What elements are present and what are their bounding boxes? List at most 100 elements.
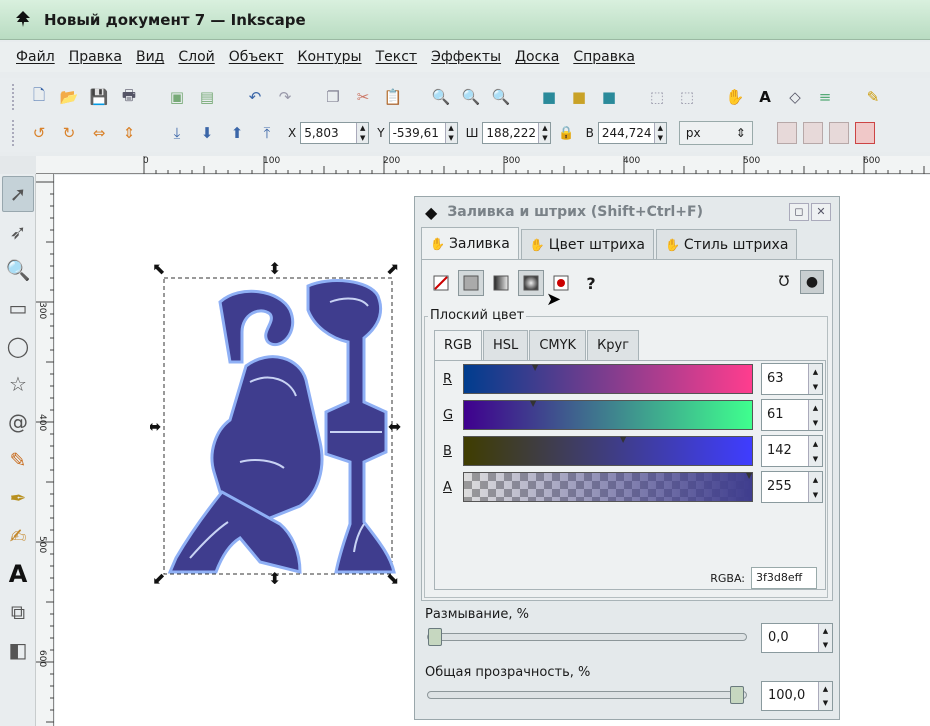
dialog-titlebar[interactable]: ◆ Заливка и штрих (Shift+Ctrl+F) bbox=[415, 197, 839, 227]
star-tool-icon[interactable]: ☆ bbox=[2, 366, 34, 402]
tab-wheel[interactable]: Круг bbox=[587, 330, 640, 360]
spiral-tool-icon[interactable]: @ bbox=[2, 404, 34, 440]
spin-arrows-icon[interactable]: ▲ ▼ bbox=[808, 472, 822, 502]
duplicate-icon[interactable]: ■ bbox=[536, 84, 562, 110]
pen-tool-icon[interactable]: ✒ bbox=[2, 480, 34, 516]
fill-rule-nonzero-icon[interactable]: ● bbox=[800, 270, 824, 294]
red-spinbox[interactable]: 63 ▲ ▼ bbox=[761, 363, 823, 395]
zoom-drawing-icon[interactable]: 🔍 bbox=[458, 84, 484, 110]
tab-cmyk[interactable]: CMYK bbox=[529, 330, 587, 360]
node-tool-icon[interactable]: ➶ bbox=[2, 214, 34, 250]
alpha-slider[interactable]: ▼ bbox=[463, 471, 753, 502]
lower-to-bottom-icon[interactable]: ⤓ bbox=[164, 120, 190, 146]
redo-icon[interactable]: ↷ bbox=[272, 84, 298, 110]
lock-icon[interactable]: 🔒 bbox=[558, 126, 574, 141]
tab-stroke-paint[interactable]: ✋ Цвет штриха bbox=[520, 229, 654, 259]
raise-to-top-icon[interactable]: ⤒ bbox=[254, 120, 280, 146]
width-spinbox[interactable]: 188,222 ▲ ▼ bbox=[482, 122, 552, 144]
cut-icon[interactable]: ✂ bbox=[350, 84, 376, 110]
text-tool-icon[interactable]: A bbox=[2, 556, 34, 592]
rotate-cw-icon[interactable]: ↻ bbox=[56, 120, 82, 146]
tab-rgb[interactable]: RGB bbox=[434, 330, 483, 360]
scale-corners-toggle[interactable] bbox=[802, 122, 823, 144]
blur-slider[interactable] bbox=[427, 628, 747, 646]
green-spinbox[interactable]: 61 ▲ ▼ bbox=[761, 399, 823, 431]
zoom-selection-icon[interactable]: 🔍 bbox=[428, 84, 454, 110]
flip-vertical-icon[interactable]: ⇕ bbox=[116, 120, 142, 146]
rectangle-tool-icon[interactable]: ▭ bbox=[2, 290, 34, 326]
menu-view[interactable]: Вид bbox=[136, 49, 164, 65]
copy-icon[interactable]: ❐ bbox=[320, 84, 346, 110]
ruler-left[interactable]: 300 400 500 600 bbox=[36, 174, 54, 726]
ruler-top[interactable]: 0 100 200 300 400 500 600 bbox=[36, 156, 930, 174]
toolbar-grip[interactable] bbox=[12, 84, 16, 110]
xml-editor-icon[interactable]: ◇ bbox=[782, 84, 808, 110]
print-icon[interactable]: 🖶 bbox=[116, 84, 142, 110]
x-value[interactable]: 5,803 bbox=[304, 126, 356, 140]
menu-file[interactable]: Файл bbox=[16, 49, 55, 65]
new-document-icon[interactable]: 🗋 bbox=[26, 84, 52, 110]
blur-slider-knob[interactable] bbox=[428, 628, 442, 646]
unit-select[interactable]: px ⇕ bbox=[678, 121, 753, 145]
paste-icon[interactable]: 📋 bbox=[380, 84, 406, 110]
blur-spinbox[interactable]: 0,0 ▲ ▼ bbox=[761, 623, 833, 653]
green-value[interactable]: 61 bbox=[762, 400, 808, 430]
menu-help[interactable]: Справка bbox=[573, 49, 635, 65]
tab-fill[interactable]: ✋ Заливка bbox=[421, 227, 519, 259]
export-icon[interactable]: ▤ bbox=[194, 84, 220, 110]
menu-edit[interactable]: Правка bbox=[69, 49, 122, 65]
width-value[interactable]: 188,222 bbox=[486, 126, 538, 140]
menu-object[interactable]: Объект bbox=[229, 49, 284, 65]
move-gradients-toggle[interactable] bbox=[828, 122, 849, 144]
connector-tool-icon[interactable]: ⧉ bbox=[2, 594, 34, 630]
alpha-spinbox[interactable]: 255 ▲ ▼ bbox=[761, 471, 823, 503]
radial-gradient-icon[interactable] bbox=[518, 270, 544, 296]
spin-arrows-icon[interactable]: ▲ ▼ bbox=[653, 123, 666, 143]
blue-slider[interactable]: ▼ bbox=[463, 435, 753, 466]
import-icon[interactable]: ▣ bbox=[164, 84, 190, 110]
menu-layer[interactable]: Слой bbox=[178, 49, 214, 65]
opacity-spinbox[interactable]: 100,0 ▲ ▼ bbox=[761, 681, 833, 711]
spin-arrows-icon[interactable]: ▲ ▼ bbox=[818, 624, 832, 652]
no-paint-icon[interactable] bbox=[428, 270, 454, 296]
spin-arrows-icon[interactable]: ▲ ▼ bbox=[808, 400, 822, 430]
y-value[interactable]: -539,61 bbox=[393, 126, 445, 140]
group-icon[interactable]: ⬚ bbox=[644, 84, 670, 110]
text-font-icon[interactable]: A bbox=[752, 84, 778, 110]
rotate-ccw-icon[interactable]: ↺ bbox=[26, 120, 52, 146]
letter-artwork[interactable]: ⬉ ⬍ ⬈ ⬌ ⬌ ⬋ ⬍ ⬊ bbox=[148, 259, 402, 588]
x-spinbox[interactable]: 5,803 ▲ ▼ bbox=[300, 122, 370, 144]
fill-stroke-icon[interactable]: ✋ bbox=[722, 84, 748, 110]
tab-hsl[interactable]: HSL bbox=[483, 330, 529, 360]
spin-arrows-icon[interactable]: ▲ ▼ bbox=[808, 436, 822, 466]
flip-horizontal-icon[interactable]: ⇔ bbox=[86, 120, 112, 146]
open-folder-icon[interactable]: 📂 bbox=[56, 84, 82, 110]
green-slider[interactable]: ▼ bbox=[463, 399, 753, 430]
zoom-tool-icon[interactable]: 🔍 bbox=[2, 252, 34, 288]
undo-icon[interactable]: ↶ bbox=[242, 84, 268, 110]
spin-arrows-icon[interactable]: ▲ ▼ bbox=[808, 364, 822, 394]
spin-arrows-icon[interactable]: ▲ ▼ bbox=[356, 123, 369, 143]
red-slider[interactable]: ▼ bbox=[463, 363, 753, 394]
unlink-clone-icon[interactable]: ■ bbox=[596, 84, 622, 110]
ellipse-tool-icon[interactable]: ◯ bbox=[2, 328, 34, 364]
spin-arrows-icon[interactable]: ▲ ▼ bbox=[538, 123, 551, 143]
red-value[interactable]: 63 bbox=[762, 364, 808, 394]
menu-text[interactable]: Текст bbox=[376, 49, 417, 65]
spin-arrows-icon[interactable]: ▲ ▼ bbox=[444, 123, 457, 143]
clone-icon[interactable]: ■ bbox=[566, 84, 592, 110]
move-patterns-toggle[interactable] bbox=[854, 122, 875, 144]
ungroup-icon[interactable]: ⬚ bbox=[674, 84, 700, 110]
linear-gradient-icon[interactable] bbox=[488, 270, 514, 296]
gradient-tool-icon[interactable]: ◧ bbox=[2, 632, 34, 668]
toolbar-grip[interactable] bbox=[12, 120, 16, 146]
rgba-input[interactable]: 3f3d8eff bbox=[751, 567, 817, 589]
selected-object[interactable]: ⬉ ⬍ ⬈ ⬌ ⬌ ⬋ ⬍ ⬊ bbox=[148, 259, 402, 588]
alpha-value[interactable]: 255 bbox=[762, 472, 808, 502]
raise-icon[interactable]: ⬆ bbox=[224, 120, 250, 146]
calligraphy-tool-icon[interactable]: ✍ bbox=[2, 518, 34, 554]
opacity-slider[interactable] bbox=[427, 686, 747, 704]
zoom-page-icon[interactable]: 🔍 bbox=[488, 84, 514, 110]
menu-effects[interactable]: Эффекты bbox=[431, 49, 501, 65]
blue-value[interactable]: 142 bbox=[762, 436, 808, 466]
